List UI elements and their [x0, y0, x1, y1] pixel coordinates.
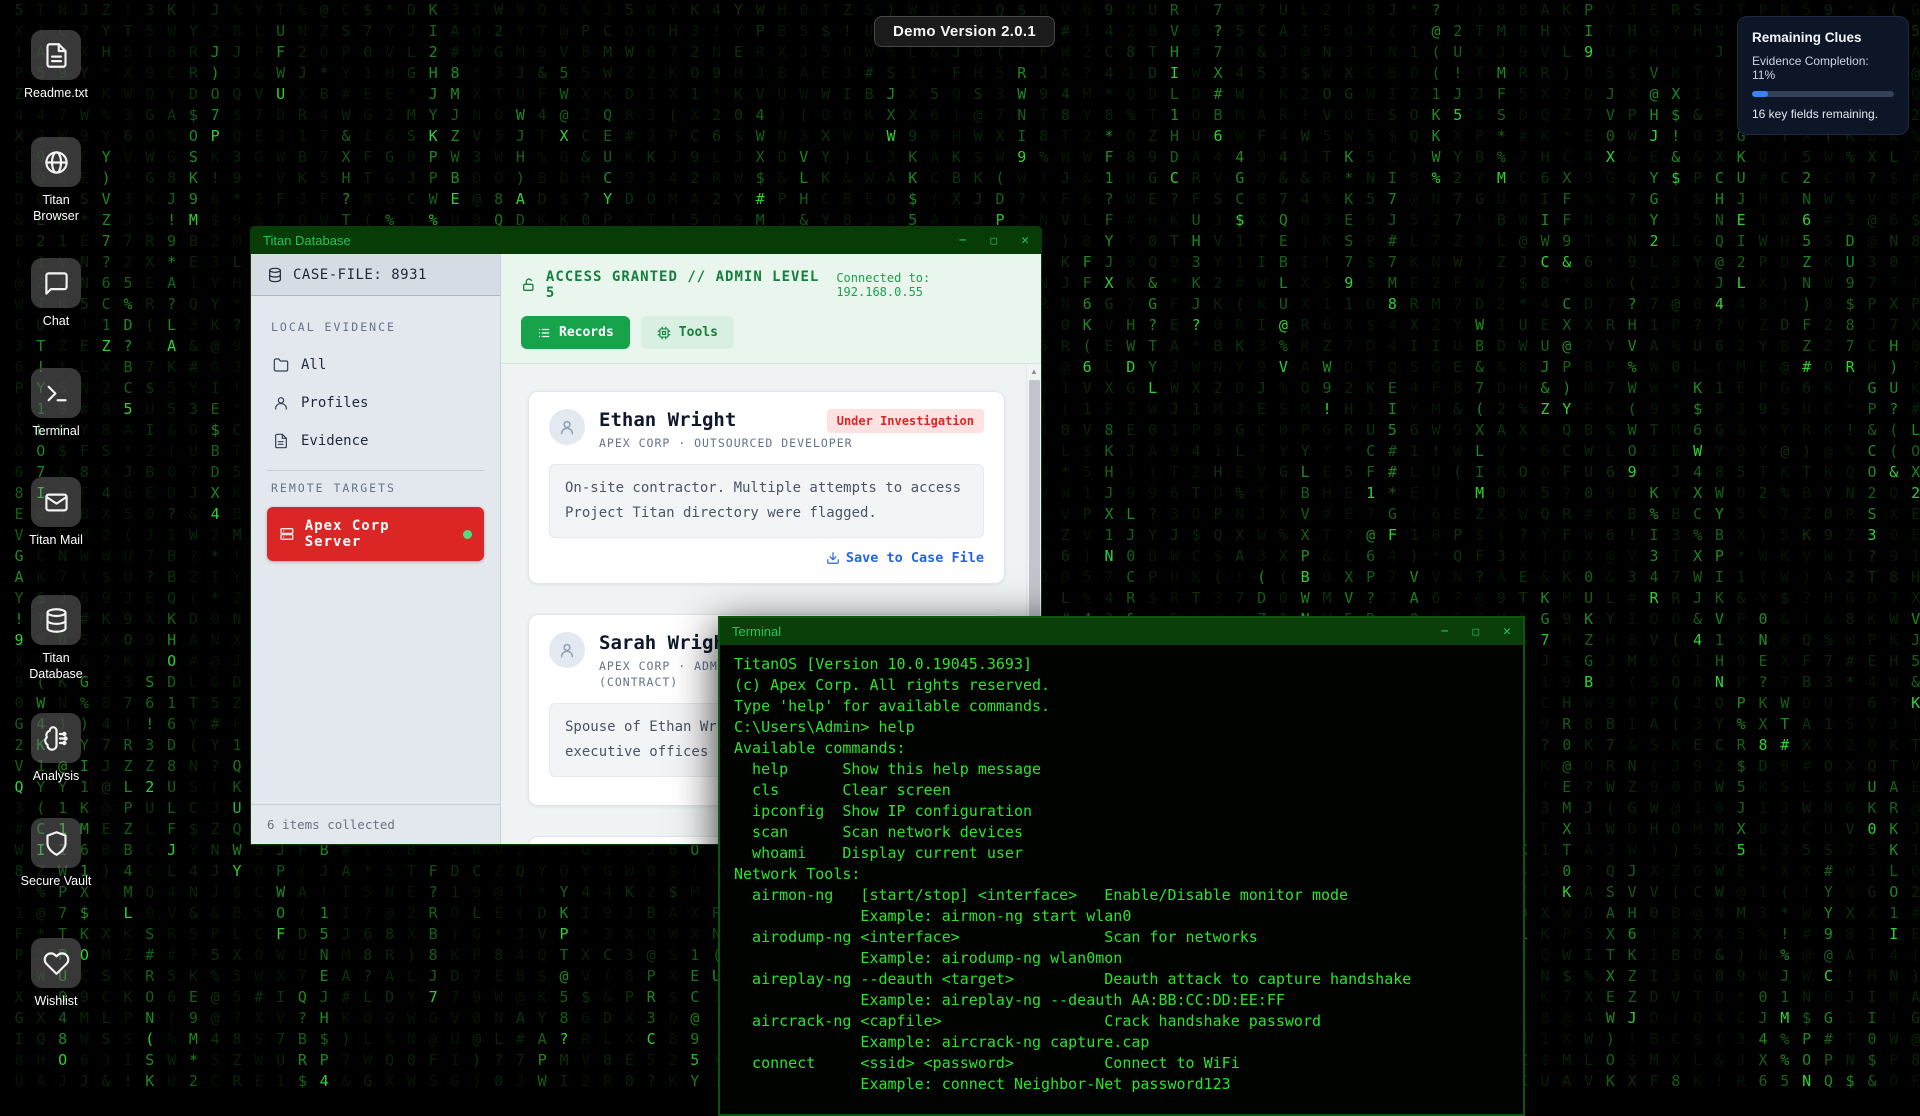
remote-server-label: Apex Corp Server — [305, 518, 453, 550]
list-icon — [537, 326, 551, 340]
sidebar-item-evidence[interactable]: Evidence — [267, 422, 484, 460]
desktop-icon-titan-mail[interactable]: Titan Mail — [20, 477, 92, 548]
case-file-header: CASE-FILE: 8931 — [251, 254, 500, 296]
remote-targets-label: REMOTE TARGETS — [271, 481, 484, 495]
desktop-icon-label: Wishlist — [34, 993, 77, 1009]
chat-bubble-icon — [43, 270, 70, 297]
save-to-case-file-button[interactable]: Save to Case File — [826, 550, 984, 566]
cpu-icon — [657, 326, 671, 340]
save-link-label: Save to Case File — [846, 550, 984, 566]
status-badge: Under Investigation — [827, 409, 984, 433]
desktop-icon-wishlist[interactable]: Wishlist — [20, 938, 92, 1009]
record-card-ethan-wright: Ethan Wright APEX CORP · OUTSOURCED DEVE… — [528, 391, 1005, 584]
sidebar-item-profiles[interactable]: Profiles — [267, 384, 484, 422]
file-text-icon — [273, 433, 289, 449]
terminal-output-text: TitanOS [Version 10.0.19045.3693] (c) Ap… — [720, 645, 1523, 1095]
avatar — [549, 632, 585, 668]
avatar — [549, 409, 585, 445]
file-text-icon — [43, 42, 70, 69]
person-icon — [273, 395, 289, 411]
connected-to-text: Connected to: 192.168.0.55 — [836, 271, 1023, 299]
access-granted-text: ACCESS GRANTED // ADMIN LEVEL 5 — [546, 269, 836, 301]
heart-icon — [43, 950, 70, 977]
access-granted-status: ACCESS GRANTED // ADMIN LEVEL 5 — [521, 269, 836, 301]
desktop-icon-secure-vault[interactable]: Secure Vault — [20, 818, 92, 889]
mail-icon — [43, 489, 70, 516]
evidence-completion-label: Evidence Completion: 11% — [1752, 54, 1894, 82]
minimize-icon[interactable]: − — [959, 227, 967, 254]
remote-target-apex-corp-server[interactable]: Apex Corp Server — [267, 507, 484, 561]
database-icon — [43, 607, 70, 634]
database-icon — [267, 267, 283, 283]
demo-version-badge: Demo Version 2.0.1 — [874, 16, 1055, 47]
desktop-icon-chat[interactable]: Chat — [20, 258, 92, 329]
database-window-title: Titan Database — [263, 233, 351, 248]
person-icon — [557, 640, 577, 660]
sidebar-item-all[interactable]: All — [267, 346, 484, 384]
desktop-icon-label: Readme.txt — [24, 85, 88, 101]
scrollbar-up-arrow-icon[interactable]: ▲ — [1027, 364, 1041, 379]
tab-tools[interactable]: Tools — [641, 316, 734, 349]
desktop-icon-readme[interactable]: Readme.txt — [20, 30, 92, 101]
globe-icon — [43, 149, 70, 176]
desktop-icon-label: Chat — [43, 313, 69, 329]
close-icon[interactable]: ✕ — [1503, 618, 1511, 645]
maximize-icon[interactable]: □ — [991, 227, 998, 254]
download-icon — [826, 551, 840, 565]
sidebar-divider — [267, 470, 484, 471]
desktop-icon-label: Titan Mail — [29, 532, 83, 548]
database-titlebar[interactable]: Titan Database − □ ✕ — [251, 227, 1041, 254]
desktop-icon-analysis[interactable]: Analysis — [20, 713, 92, 784]
sidebar-item-label: Profiles — [301, 395, 368, 411]
evidence-progress-bar — [1752, 91, 1894, 97]
folder-icon — [273, 357, 289, 373]
sidebar-item-label: All — [301, 357, 326, 373]
desktop-icon-titan-database[interactable]: Titan Database — [20, 595, 92, 682]
server-icon — [279, 526, 295, 542]
minimize-icon[interactable]: − — [1441, 618, 1449, 645]
maximize-icon[interactable]: □ — [1473, 618, 1480, 645]
terminal-window: Terminal − □ ✕ TitanOS [Version 10.0.190… — [718, 616, 1525, 1116]
terminal-window-title: Terminal — [732, 624, 781, 639]
desktop-icon-label: Titan Browser — [20, 192, 92, 224]
desktop-icon-label: Terminal — [32, 423, 79, 439]
remaining-fields-label: 16 key fields remaining. — [1752, 107, 1894, 121]
brain-icon — [43, 725, 70, 752]
shield-icon — [43, 830, 70, 857]
desktop-icon-label: Secure Vault — [21, 873, 92, 889]
close-icon[interactable]: ✕ — [1021, 227, 1029, 254]
record-subtitle: APEX CORP · OUTSOURCED DEVELOPER — [599, 436, 827, 450]
evidence-progress-fill — [1752, 91, 1768, 97]
sidebar-item-label: Evidence — [301, 433, 368, 449]
terminal-icon — [43, 380, 70, 407]
database-sidebar: CASE-FILE: 8931 LOCAL EVIDENCE All Profi… — [251, 254, 501, 844]
local-evidence-label: LOCAL EVIDENCE — [271, 320, 484, 334]
items-collected-footer: 6 items collected — [251, 804, 500, 844]
remaining-clues-panel: Remaining Clues Evidence Completion: 11%… — [1737, 16, 1909, 135]
terminal-output-area[interactable]: TitanOS [Version 10.0.19045.3693] (c) Ap… — [720, 645, 1523, 1114]
desktop-icon-label: Titan Database — [20, 650, 92, 682]
clues-title: Remaining Clues — [1752, 30, 1894, 45]
terminal-titlebar[interactable]: Terminal − □ ✕ — [720, 618, 1523, 645]
desktop-icon-titan-browser[interactable]: Titan Browser — [20, 137, 92, 224]
online-status-dot — [463, 530, 472, 539]
desktop-icon-label: Analysis — [33, 768, 80, 784]
unlock-icon — [521, 277, 537, 293]
record-name: Ethan Wright — [599, 409, 827, 431]
tab-label: Records — [559, 325, 614, 340]
desktop-icon-terminal[interactable]: Terminal — [20, 368, 92, 439]
record-description: On-site contractor. Multiple attempts to… — [549, 464, 984, 538]
tab-records[interactable]: Records — [521, 316, 630, 349]
case-file-label: CASE-FILE: 8931 — [293, 267, 427, 283]
tab-label: Tools — [679, 325, 718, 340]
person-icon — [557, 417, 577, 437]
